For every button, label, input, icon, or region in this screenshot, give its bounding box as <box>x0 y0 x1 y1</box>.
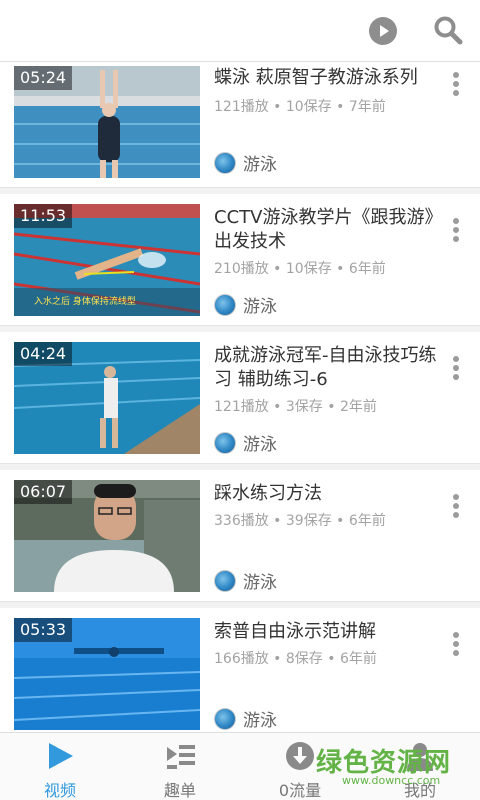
video-thumbnail[interactable]: 入水之后 身体保持流线型 11:53 <box>14 204 200 316</box>
video-item[interactable]: 04:24 成就游泳冠军-自由泳技巧练习 辅助练习-6 121播放 • 3保存 … <box>0 332 480 464</box>
tab-videos[interactable]: 视频 <box>0 733 120 800</box>
tab-profile[interactable]: 我的 <box>360 733 480 800</box>
channel-name: 游泳 <box>243 573 277 593</box>
channel-info[interactable]: 游泳 <box>214 292 277 317</box>
video-title[interactable]: CCTV游泳教学片《跟我游》出发技术 <box>214 206 444 254</box>
channel-name: 游泳 <box>243 155 277 175</box>
video-item[interactable]: 05:33 索普自由泳示范讲解 166播放 • 8保存 • 6年前 游泳 <box>0 608 480 732</box>
video-title[interactable]: 踩水练习方法 <box>214 482 444 506</box>
video-list[interactable]: 05:24 蝶泳 萩原智子教游泳系列 121播放 • 10保存 • 7年前 游泳 <box>0 62 480 732</box>
duration-badge: 06:07 <box>14 480 73 504</box>
duration-badge: 05:33 <box>14 618 73 642</box>
video-thumbnail[interactable]: 04:24 <box>14 342 200 454</box>
tab-label: 我的 <box>403 781 436 800</box>
video-thumbnail[interactable]: 05:33 <box>14 618 200 730</box>
video-title[interactable]: 成就游泳冠军-自由泳技巧练习 辅助练习-6 <box>214 344 444 392</box>
duration-badge: 04:24 <box>14 342 73 366</box>
video-meta: 166播放 • 8保存 • 6年前 <box>214 651 377 667</box>
top-bar <box>0 0 480 62</box>
channel-avatar <box>214 431 236 454</box>
video-meta: 336播放 • 39保存 • 6年前 <box>214 513 386 529</box>
more-options-icon[interactable] <box>452 632 460 658</box>
search-icon[interactable] <box>433 15 463 45</box>
video-item[interactable]: 入水之后 身体保持流线型 11:53 CCTV游泳教学片《跟我游》出发技术 21… <box>0 194 480 326</box>
channel-info[interactable]: 游泳 <box>214 150 277 175</box>
video-title[interactable]: 索普自由泳示范讲解 <box>214 620 444 644</box>
svg-text:入水之后 身体保持流线型: 入水之后 身体保持流线型 <box>34 295 136 307</box>
download-icon <box>286 742 314 770</box>
channel-name: 游泳 <box>243 711 277 731</box>
tab-label: 趣单 <box>163 781 196 800</box>
duration-badge: 11:53 <box>14 204 73 228</box>
channel-name: 游泳 <box>243 435 277 455</box>
video-title[interactable]: 蝶泳 萩原智子教游泳系列 <box>214 66 444 90</box>
play-circle-icon[interactable] <box>369 17 397 45</box>
channel-avatar <box>214 151 236 174</box>
video-meta: 210播放 • 10保存 • 6年前 <box>214 261 386 277</box>
channel-name: 游泳 <box>243 297 277 317</box>
channel-avatar <box>214 569 236 592</box>
play-triangle-icon <box>49 743 73 769</box>
video-meta: 121播放 • 3保存 • 2年前 <box>214 399 377 415</box>
tab-label: 0流量 <box>278 781 322 800</box>
more-options-icon[interactable] <box>452 72 460 98</box>
duration-badge: 05:24 <box>14 66 73 90</box>
channel-avatar <box>214 293 236 316</box>
bottom-tab-bar: 视频 趣单 0流量 我的 <box>0 732 480 800</box>
video-meta: 121播放 • 10保存 • 7年前 <box>214 99 386 115</box>
channel-info[interactable]: 游泳 <box>214 706 277 731</box>
channel-info[interactable]: 游泳 <box>214 568 277 593</box>
more-options-icon[interactable] <box>452 218 460 244</box>
profile-icon <box>407 743 433 771</box>
video-item[interactable]: 06:07 踩水练习方法 336播放 • 39保存 • 6年前 游泳 <box>0 470 480 602</box>
tab-label: 视频 <box>43 781 76 800</box>
app-screen: 05:24 蝶泳 萩原智子教游泳系列 121播放 • 10保存 • 7年前 游泳 <box>0 0 480 800</box>
playlist-icon <box>167 745 195 769</box>
more-options-icon[interactable] <box>452 356 460 382</box>
video-item[interactable]: 05:24 蝶泳 萩原智子教游泳系列 121播放 • 10保存 • 7年前 游泳 <box>0 62 480 188</box>
video-thumbnail[interactable]: 05:24 <box>14 66 200 178</box>
channel-avatar <box>214 707 236 730</box>
tab-playlists[interactable]: 趣单 <box>120 733 240 800</box>
more-options-icon[interactable] <box>452 494 460 520</box>
tab-zero-data[interactable]: 0流量 <box>240 733 360 800</box>
video-thumbnail[interactable]: 06:07 <box>14 480 200 592</box>
channel-info[interactable]: 游泳 <box>214 430 277 455</box>
